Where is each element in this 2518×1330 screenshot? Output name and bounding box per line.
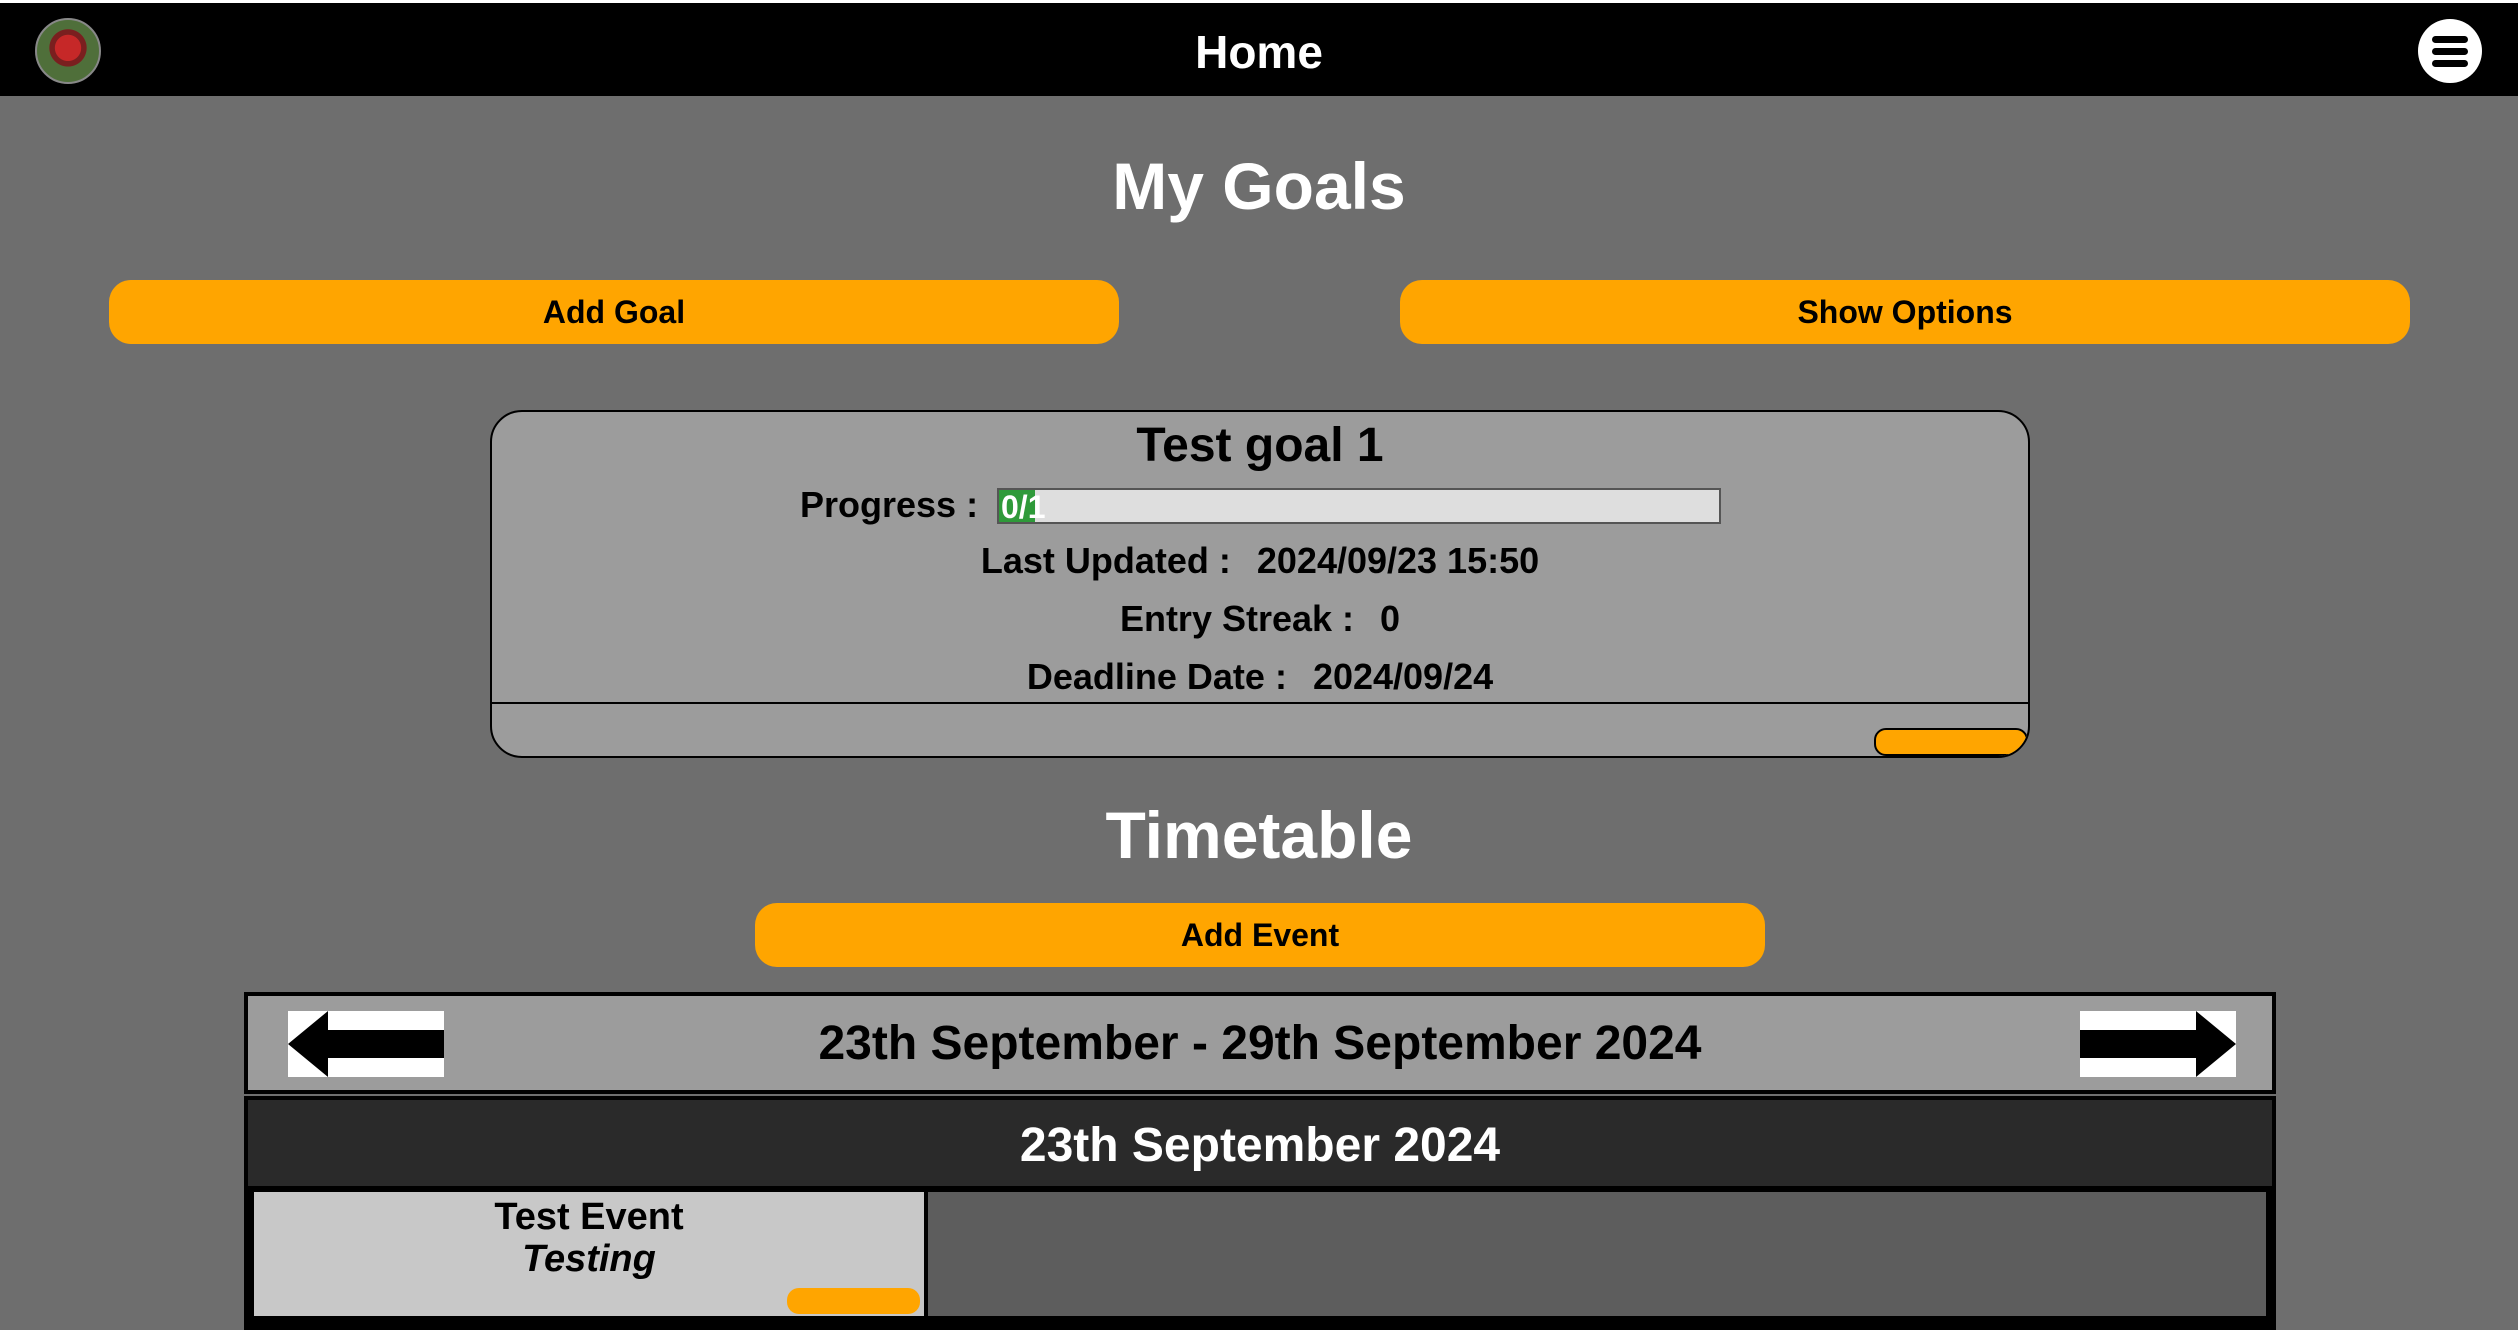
hamburger-menu-icon[interactable] [2418,19,2482,83]
entry-streak-row: Entry Streak : 0 [492,598,2028,640]
add-event-button[interactable]: Add Event [755,903,1765,967]
progress-label: Progress : [800,484,979,525]
goal-card: Test goal 1 Progress : 0/1 Last Updated … [490,410,2030,758]
last-updated-label: Last Updated : [980,540,1231,581]
top-bar: Home [0,0,2518,96]
empty-event-slot [928,1192,2266,1316]
event-title: Test Event [494,1196,684,1238]
goal-title: Test goal 1 [1136,419,1384,472]
last-updated-value: 2024/09/23 15:50 [1256,540,1540,581]
menu-line [2432,60,2468,67]
progress-text: 0/1 [1001,489,1046,525]
event-description: Testing [522,1238,656,1280]
timetable-section-title: Timetable [1105,798,1413,872]
last-updated-row: Last Updated : 2024/09/23 15:50 [492,540,2028,582]
show-options-button[interactable]: Show Options [1400,280,2410,344]
entry-streak-label: Entry Streak : [1119,598,1355,639]
arrow-right-shape [2080,1011,2236,1077]
goals-section-title: My Goals [1112,149,1406,223]
card-divider [492,702,2028,704]
day-header: 23th September 2024 [244,1096,2276,1190]
deadline-value: 2024/09/24 [1312,656,1494,697]
deadline-row: Deadline Date : 2024/09/24 [492,656,2028,698]
arrow-right-icon[interactable] [2080,1011,2236,1077]
add-goal-button[interactable]: Add Goal [109,280,1119,344]
entry-streak-value: 0 [1380,598,1401,639]
event-card[interactable]: Test Event Testing [254,1192,924,1316]
event-action-button[interactable] [787,1288,920,1314]
goal-action-button[interactable] [1874,728,2028,756]
day-date-label: 23th September 2024 [1019,1119,1501,1172]
week-range-label: 23th September - 29th September 2024 [818,1017,1702,1070]
week-navigator: 23th September - 29th September 2024 [244,992,2276,1094]
menu-line [2432,48,2468,55]
page-title: Home [1195,26,1323,78]
deadline-label: Deadline Date : [1026,656,1287,697]
menu-line [2432,36,2468,43]
day-events-row: Test Event Testing [244,1188,2276,1330]
progress-bar: 0/1 [997,488,1721,525]
